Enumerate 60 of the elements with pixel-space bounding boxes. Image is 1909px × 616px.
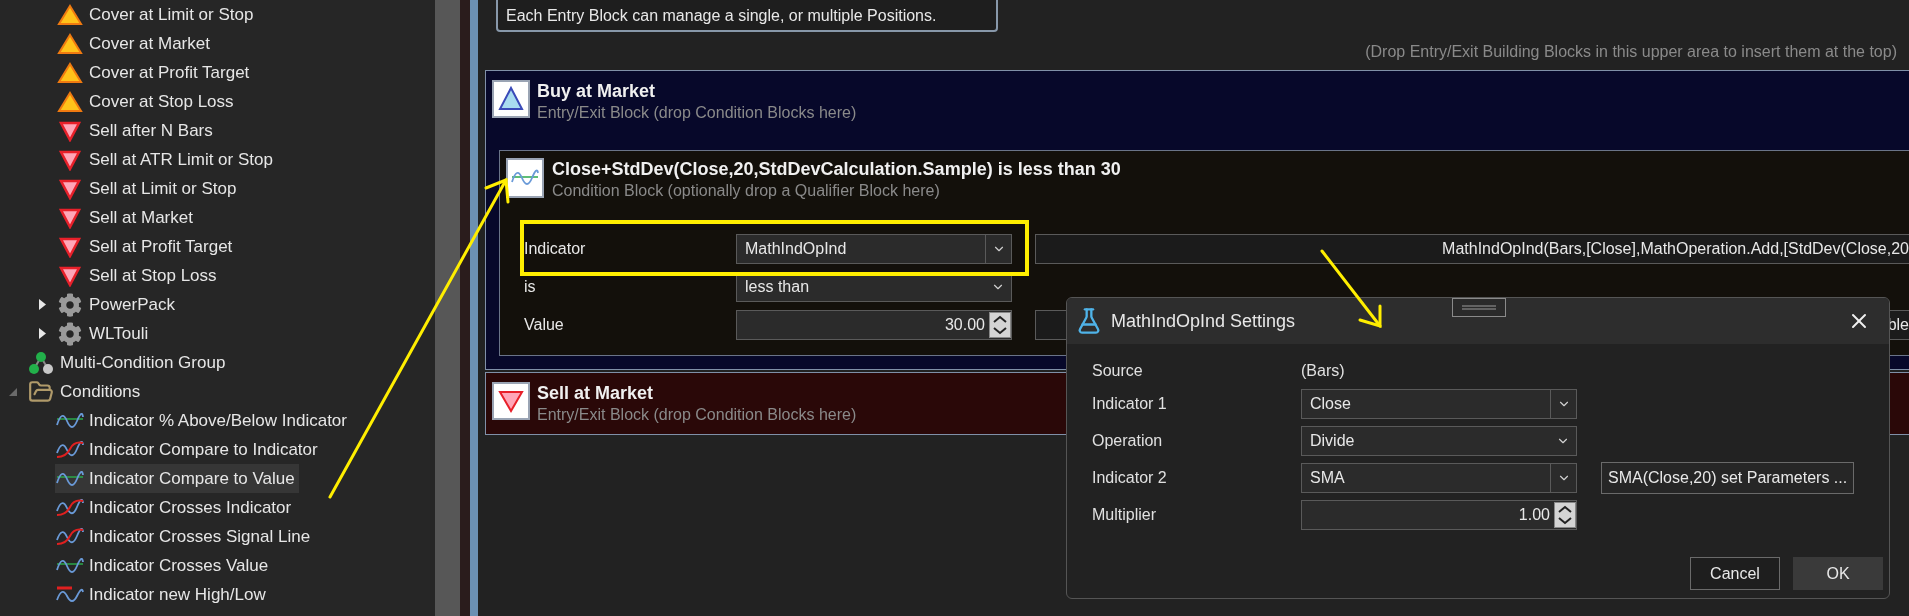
- param-label: Value: [523, 315, 565, 335]
- dialog-button[interactable]: Cancel: [1690, 557, 1780, 590]
- info-tooltip: Each Entry Block can manage a single, or multiple Positions.: [496, 0, 998, 32]
- field-label: Operation: [1092, 431, 1164, 451]
- block-subtitle: Entry/Exit Block (drop Condition Blocks here): [537, 103, 857, 123]
- collapsed-arrow-icon[interactable]: [38, 299, 46, 310]
- tree-item[interactable]: Indicator Compare to Value: [55, 464, 299, 493]
- wave-icon: [56, 557, 84, 574]
- number-field[interactable]: 30.00: [736, 310, 1012, 340]
- triangle-down-icon: [59, 148, 81, 171]
- block-subtitle: Entry/Exit Block (drop Condition Blocks here): [537, 405, 857, 425]
- triangle-up-icon: [492, 80, 530, 118]
- expanded-arrow-icon[interactable]: [9, 387, 17, 396]
- dropdown[interactable]: Close: [1301, 389, 1577, 419]
- set-parameters-button[interactable]: SMA(Close,20) set Parameters ...: [1601, 462, 1855, 494]
- dialog-title-bar[interactable]: MathIndOpInd Settings: [1067, 298, 1889, 344]
- collapsed-arrow-icon[interactable]: [38, 328, 46, 339]
- triangle-up-icon: [57, 32, 83, 55]
- dropdown[interactable]: MathIndOpInd: [736, 234, 1012, 264]
- triangle-down-icon: [59, 264, 81, 287]
- number-field[interactable]: 1.00: [1301, 500, 1577, 530]
- gear-icon: [58, 292, 82, 317]
- gear-icon: [58, 321, 82, 346]
- crossing-lines-icon: [56, 498, 84, 517]
- spinner-icon[interactable]: [989, 312, 1011, 338]
- folder-icon: [28, 378, 54, 405]
- field-label: Multiplier: [1092, 505, 1157, 525]
- triangle-down-icon: [492, 382, 530, 420]
- wave-icon: [56, 412, 84, 429]
- triangle-up-icon: [57, 3, 83, 26]
- triangle-up-icon: [57, 61, 83, 84]
- crossing-lines-icon: [56, 527, 84, 546]
- field-label: Indicator 1: [1092, 394, 1168, 414]
- wave-icon: [56, 470, 84, 487]
- triangle-down-icon: [59, 235, 81, 258]
- param-label: is: [523, 277, 537, 297]
- param-label: Indicator: [523, 239, 587, 259]
- triangle-down-icon: [59, 177, 81, 200]
- dropdown[interactable]: Divide: [1301, 426, 1577, 456]
- dialog-title: MathIndOpInd Settings: [1111, 309, 1296, 333]
- condition-subtitle: Condition Block (optionally drop a Qualifier Block here): [552, 181, 941, 201]
- crossing-lines-icon: [56, 440, 84, 459]
- block-title: Buy at Market: [537, 80, 657, 102]
- group-icon: [28, 350, 54, 375]
- drag-handle-icon[interactable]: [1452, 298, 1506, 317]
- triangle-down-icon: [59, 119, 81, 142]
- wave-icon: [56, 585, 84, 604]
- triangle-up-icon: [57, 90, 83, 113]
- value-text: (Bars): [1301, 361, 1345, 381]
- dropdown[interactable]: SMA: [1301, 463, 1577, 493]
- block-title: Sell at Market: [537, 382, 655, 404]
- triangle-down-icon: [59, 206, 81, 229]
- field-label: Indicator 2: [1092, 468, 1168, 488]
- drop-hint-text: (Drop Entry/Exit Building Blocks in this upper area to insert them at the top): [1365, 42, 1897, 62]
- text-field[interactable]: MathIndOpInd(Bars,[Close],MathOperation.Add,[StdDev(Close,20: [1035, 234, 1909, 264]
- dialog-button[interactable]: OK: [1793, 557, 1883, 590]
- spinner-icon[interactable]: [1554, 502, 1576, 528]
- condition-title: Close+StdDev(Close,20,StdDevCalculation.Sample) is less than 30: [552, 158, 1121, 180]
- field-label: Source: [1092, 361, 1144, 381]
- wave-icon: [506, 158, 544, 198]
